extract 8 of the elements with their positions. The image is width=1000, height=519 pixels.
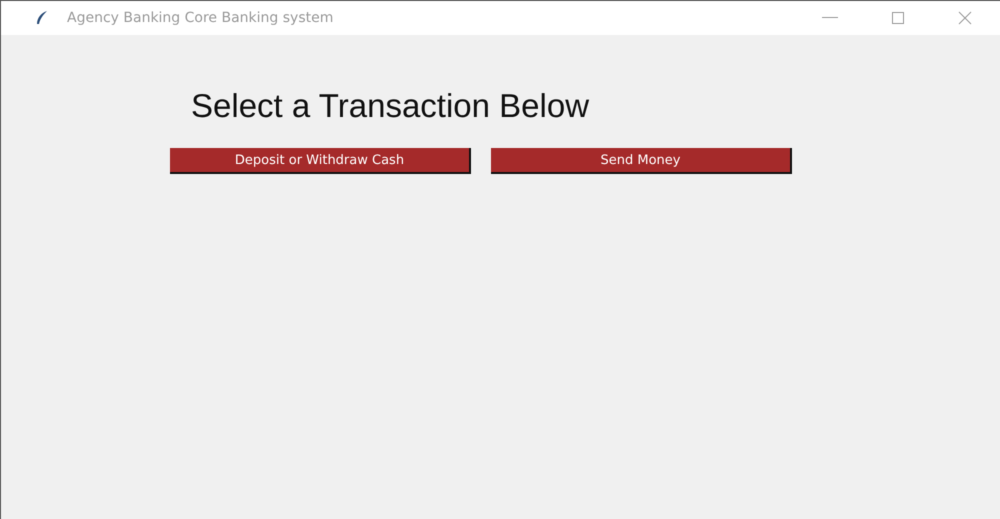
close-icon[interactable] <box>958 11 972 25</box>
feather-icon <box>35 10 49 26</box>
transaction-button[interactable]: Deposit or Withdraw Cash <box>170 148 471 174</box>
heading: Select a Transaction Below <box>191 87 590 125</box>
window-title: Agency Banking Core Banking system <box>67 10 334 26</box>
maximize-icon[interactable] <box>892 12 904 24</box>
minimize-icon[interactable] <box>822 17 838 19</box>
transaction-button[interactable]: Send Money <box>491 148 792 174</box>
